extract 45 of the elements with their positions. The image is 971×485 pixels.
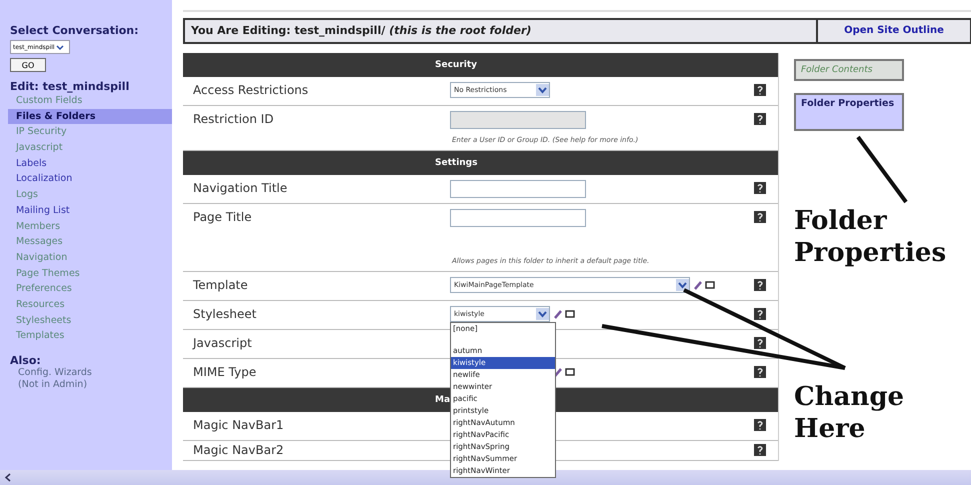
- section-title: Ma: [435, 395, 450, 405]
- help-icon[interactable]: [754, 366, 766, 378]
- help-icon[interactable]: [754, 113, 766, 125]
- annotation-text: Change Here: [794, 381, 906, 445]
- sidebar-link[interactable]: Localization: [8, 171, 172, 188]
- help-icon[interactable]: [754, 308, 766, 320]
- field-label: Magic NavBar1: [192, 417, 285, 434]
- edit-copy-icons[interactable]: [694, 280, 716, 290]
- help-icon[interactable]: [754, 444, 766, 456]
- field-label: Restriction ID: [192, 111, 275, 128]
- field-label: Access Restrictions: [192, 82, 310, 99]
- editing-title: You Are Editing: test_mindspill/ (this is the root folder): [190, 23, 532, 39]
- text-field[interactable]: [450, 180, 586, 198]
- sidebar-link[interactable]: Labels: [8, 156, 172, 172]
- sidebar-link[interactable]: (Not in Admin): [10, 379, 172, 391]
- edit-copy-icons[interactable]: [554, 367, 576, 377]
- text-field[interactable]: [450, 209, 586, 227]
- section-title: Security: [435, 60, 478, 70]
- field-label: Navigation Title: [192, 180, 288, 197]
- sidebar-link[interactable]: Mailing List: [8, 202, 172, 218]
- field-label: Page Title: [192, 209, 253, 226]
- edit-copy-icons[interactable]: [554, 309, 576, 319]
- help-icon[interactable]: [754, 337, 766, 349]
- annotation-text: Folder Properties: [794, 205, 948, 269]
- field-label: Javascript: [191, 335, 253, 352]
- help-icon[interactable]: [754, 279, 766, 291]
- field-label: MIME Type: [192, 364, 258, 381]
- field-label: Magic NavBar2: [192, 442, 285, 459]
- folder-tab[interactable]: Folder Properties: [794, 93, 904, 131]
- dropdown-arrow-icon[interactable]: [676, 279, 689, 291]
- field-label: Template: [192, 277, 249, 294]
- field-label: Stylesheet: [192, 306, 258, 323]
- help-icon[interactable]: [754, 182, 766, 194]
- sidebar-link[interactable]: Config. Wizards: [10, 367, 172, 379]
- site-outline-link[interactable]: Open Site Outline: [816, 20, 970, 42]
- help-icon[interactable]: [754, 84, 766, 96]
- edit-heading: Edit: test_mindspill: [10, 80, 130, 93]
- go-button[interactable]: GO: [10, 58, 46, 72]
- help-icon[interactable]: [754, 211, 766, 223]
- section-title: Settings: [435, 158, 478, 168]
- sidebar-link[interactable]: Files & Folders: [8, 108, 172, 124]
- select-heading: Select Conversation:: [10, 24, 140, 37]
- also-heading: Also:: [10, 354, 42, 367]
- scroll-left-icon[interactable]: [4, 473, 12, 482]
- help-icon[interactable]: [754, 419, 766, 431]
